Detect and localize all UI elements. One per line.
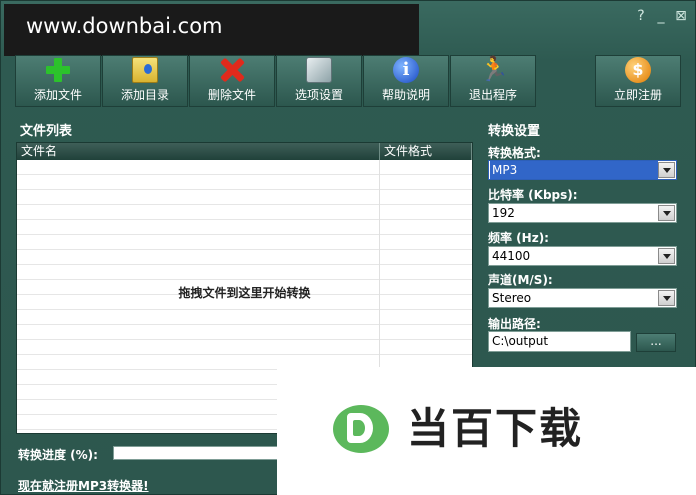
bitrate-label: 比特率 (Kbps): bbox=[488, 188, 578, 202]
options-label: 选项设置 bbox=[294, 88, 343, 102]
add-directory-label: 添加目录 bbox=[120, 88, 169, 102]
brand-text: 当百下载 bbox=[407, 404, 584, 453]
close-button[interactable]: ⊠ bbox=[674, 8, 688, 24]
delete-file-button[interactable]: 删除文件 bbox=[189, 55, 275, 107]
chevron-down-icon[interactable] bbox=[658, 290, 675, 306]
format-value: MP3 bbox=[490, 161, 658, 179]
options-button[interactable]: 选项设置 bbox=[276, 55, 362, 107]
chevron-down-icon[interactable] bbox=[658, 248, 675, 264]
chevron-down-icon[interactable] bbox=[658, 162, 675, 178]
format-label: 转换格式: bbox=[488, 146, 541, 160]
brand-watermark: 当百下载 bbox=[277, 367, 696, 495]
folder-icon bbox=[132, 57, 158, 83]
output-label: 输出路径: bbox=[488, 317, 541, 331]
brand-logo-icon bbox=[333, 405, 389, 453]
add-file-label: 添加文件 bbox=[33, 88, 82, 102]
window-controls: ? _ ⊠ bbox=[634, 8, 688, 24]
output-path-input[interactable]: C:\output bbox=[488, 331, 631, 352]
run-icon: 🏃 bbox=[479, 55, 509, 83]
bitrate-value: 192 bbox=[492, 206, 515, 220]
settings-title: 转换设置 bbox=[488, 124, 541, 139]
plus-icon bbox=[44, 56, 72, 83]
channel-label: 声道(M/S): bbox=[488, 273, 553, 287]
exit-label: 退出程序 bbox=[468, 88, 517, 102]
channel-value: Stereo bbox=[492, 291, 532, 305]
help-button[interactable]: i 帮助说明 bbox=[363, 55, 449, 107]
chevron-down-icon[interactable] bbox=[658, 205, 675, 221]
column-format[interactable]: 文件格式 bbox=[380, 143, 472, 160]
bitrate-select[interactable]: 192 bbox=[488, 203, 677, 223]
file-list-title: 文件列表 bbox=[20, 124, 73, 139]
column-filename[interactable]: 文件名 bbox=[17, 143, 380, 160]
help-window-button[interactable]: ? bbox=[634, 8, 648, 24]
info-icon: i bbox=[393, 57, 419, 83]
delete-file-label: 删除文件 bbox=[207, 88, 256, 102]
toolbar: 添加文件 添加目录 删除文件 选项设置 i 帮助说明 🏃 退出程序 bbox=[15, 55, 537, 107]
frequency-value: 44100 bbox=[492, 249, 531, 263]
delete-icon bbox=[218, 56, 246, 83]
register-label: 立即注册 bbox=[613, 88, 662, 102]
drop-hint: 拖拽文件到这里开始转换 bbox=[178, 286, 311, 300]
format-select[interactable]: MP3 bbox=[488, 160, 677, 180]
frequency-label: 频率 (Hz): bbox=[488, 231, 549, 245]
coin-icon: $ bbox=[625, 57, 651, 83]
cube-icon bbox=[306, 57, 332, 83]
channel-select[interactable]: Stereo bbox=[488, 288, 677, 308]
exit-button[interactable]: 🏃 退出程序 bbox=[450, 55, 536, 107]
register-link[interactable]: 现在就注册MP3转换器! bbox=[18, 477, 149, 494]
site-watermark: www.downbai.com bbox=[4, 4, 419, 56]
help-label: 帮助说明 bbox=[381, 88, 430, 102]
register-button[interactable]: $ 立即注册 bbox=[595, 55, 681, 107]
file-list-header: 文件名 文件格式 bbox=[17, 143, 472, 160]
frequency-select[interactable]: 44100 bbox=[488, 246, 677, 266]
add-directory-button[interactable]: 添加目录 bbox=[102, 55, 188, 107]
progress-label: 转换进度 (%): bbox=[18, 448, 98, 462]
minimize-button[interactable]: _ bbox=[654, 8, 668, 24]
add-file-button[interactable]: 添加文件 bbox=[15, 55, 101, 107]
browse-button[interactable]: ... bbox=[636, 333, 676, 352]
